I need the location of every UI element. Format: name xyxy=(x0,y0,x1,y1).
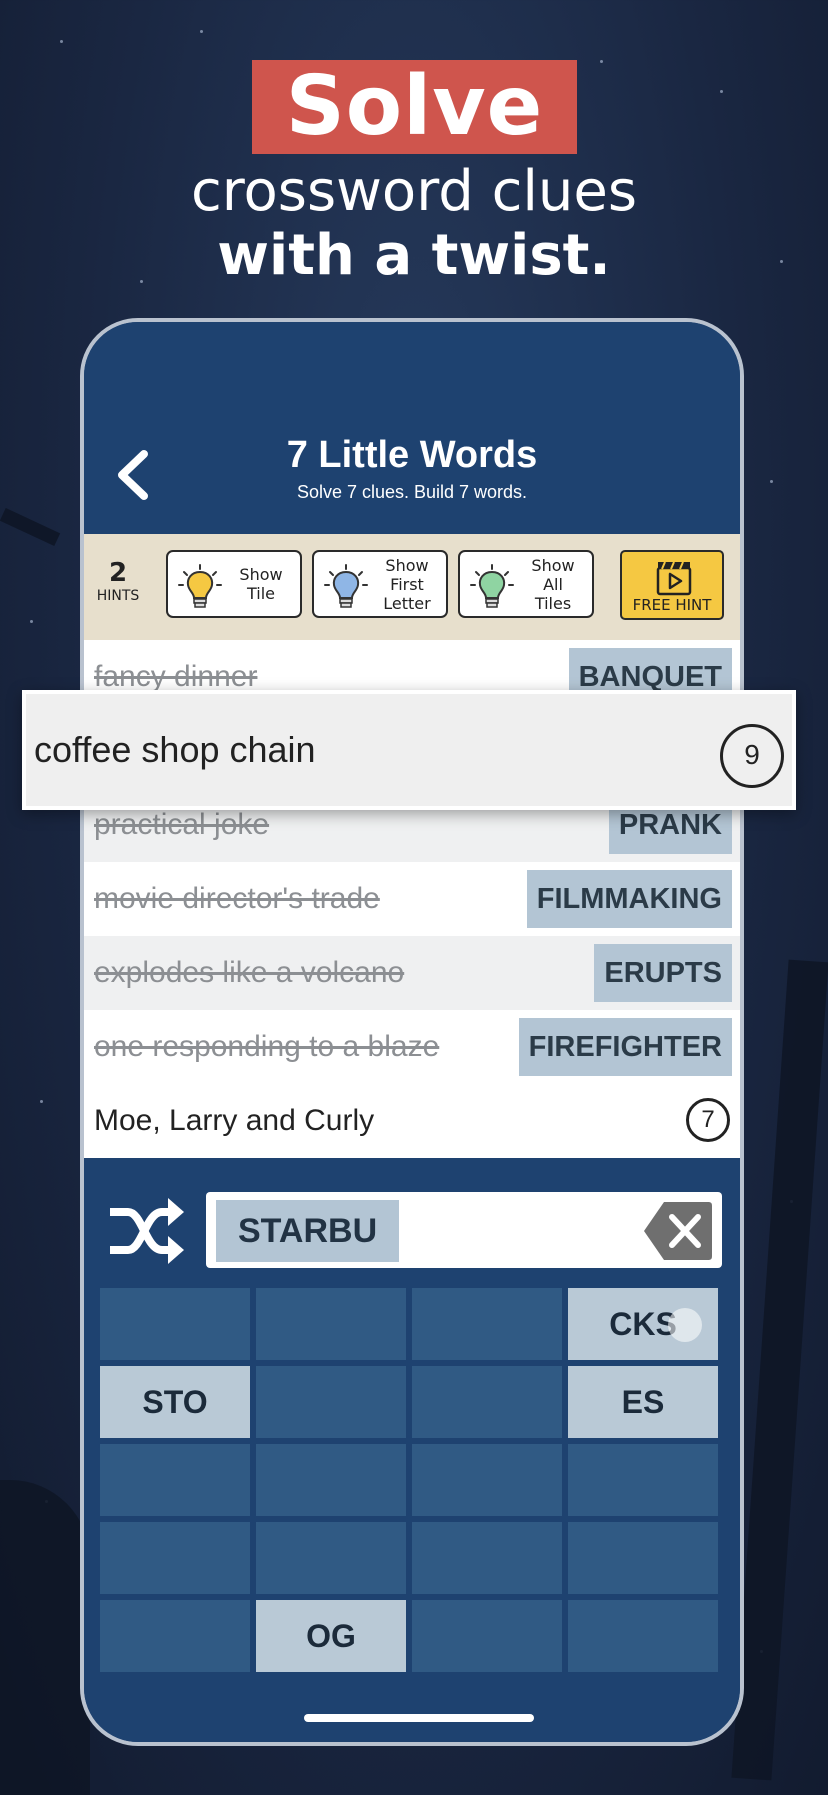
letter-tile-empty xyxy=(256,1522,406,1594)
letter-tile-empty xyxy=(100,1288,250,1360)
palm-leaf-left xyxy=(0,507,61,547)
video-play-icon xyxy=(656,561,692,596)
lightbulb-yellow-icon xyxy=(178,564,222,608)
promo-headline-line3: with a twist. xyxy=(217,223,611,288)
promo-headline-solve: Solve xyxy=(252,60,577,154)
show-all-tiles-label: Show All Tiles xyxy=(531,555,575,613)
hill-left xyxy=(0,1480,90,1795)
shuffle-icon xyxy=(110,1198,184,1264)
letter-tile-empty xyxy=(412,1444,562,1516)
letter-tile[interactable]: ES xyxy=(568,1366,718,1438)
home-indicator xyxy=(304,1714,534,1722)
hint-count-value: 2 xyxy=(108,558,128,588)
letter-tile-empty xyxy=(412,1366,562,1438)
letter-tile-empty xyxy=(100,1600,250,1672)
letter-tray: STARBU CKS STO ES OG xyxy=(84,1170,740,1742)
clue-row[interactable]: one responding to a blaze FIREFIGHTER xyxy=(84,1010,740,1084)
show-tile-label: Show Tile xyxy=(239,565,283,603)
clue-row[interactable]: movie director's trade FILMMAKING xyxy=(84,862,740,936)
free-hint-button[interactable]: FREE HINT xyxy=(620,550,724,620)
word-length-badge: 7 xyxy=(686,1098,730,1142)
letter-tile-empty xyxy=(568,1444,718,1516)
letter-tile[interactable]: STO xyxy=(100,1366,250,1438)
answer-entry-field[interactable]: STARBU xyxy=(206,1192,722,1268)
letter-tile-empty xyxy=(568,1522,718,1594)
solved-answer: ERUPTS xyxy=(594,944,732,1002)
free-hint-label: FREE HINT xyxy=(632,596,712,614)
clue-row[interactable]: explodes like a volcano ERUPTS xyxy=(84,936,740,1010)
clue-text: explodes like a volcano xyxy=(94,956,405,989)
letter-tile-empty xyxy=(100,1522,250,1594)
clue-text: Moe, Larry and Curly xyxy=(94,1104,375,1137)
letter-tile-empty xyxy=(568,1600,718,1672)
show-first-letter-label: Show First Letter xyxy=(383,555,431,613)
letter-tile-empty xyxy=(412,1288,562,1360)
active-clue-text: coffee shop chain xyxy=(34,729,316,770)
page-title: 7 Little Words xyxy=(286,434,538,476)
lightbulb-green-icon xyxy=(470,564,514,608)
clue-text: movie director's trade xyxy=(94,882,380,915)
shuffle-button[interactable] xyxy=(106,1196,186,1266)
palm-trunk-right xyxy=(731,959,828,1781)
letter-tile[interactable]: OG xyxy=(256,1600,406,1672)
active-word-length-badge: 9 xyxy=(720,724,784,788)
clue-text: one responding to a blaze xyxy=(94,1030,440,1063)
letter-tile-empty xyxy=(412,1600,562,1672)
letter-tile-empty xyxy=(256,1366,406,1438)
letter-tile-empty xyxy=(412,1522,562,1594)
hint-bar: 2 HINTS Show Tile Show First Letter Show… xyxy=(84,534,740,640)
solved-answer: FIREFIGHTER xyxy=(518,1018,732,1076)
hint-count-label: HINTS xyxy=(96,588,140,604)
letter-tile-empty xyxy=(100,1444,250,1516)
clue-row[interactable]: Moe, Larry and Curly 7 xyxy=(84,1084,740,1158)
lightbulb-blue-icon xyxy=(324,564,368,608)
show-first-letter-button[interactable]: Show First Letter xyxy=(312,550,448,618)
letter-tile-empty xyxy=(256,1288,406,1360)
touch-indicator xyxy=(668,1308,702,1342)
nav-bar: 7 Little Words Solve 7 clues. Build 7 wo… xyxy=(84,322,740,534)
active-clue-callout[interactable]: coffee shop chain 9 xyxy=(22,690,796,810)
show-tile-button[interactable]: Show Tile xyxy=(166,550,302,618)
hint-counter: 2 HINTS xyxy=(94,558,142,604)
phone-frame: 7 Little Words Solve 7 clues. Build 7 wo… xyxy=(80,318,744,1746)
letter-tile-empty xyxy=(256,1444,406,1516)
page-subtitle: Solve 7 clues. Build 7 words. xyxy=(296,482,528,502)
backspace-icon xyxy=(644,1202,712,1260)
promo-headline-line2: crossword clues xyxy=(190,159,638,224)
solved-answer: FILMMAKING xyxy=(526,870,732,928)
tile-grid: CKS STO ES OG xyxy=(100,1288,720,1678)
backspace-button[interactable] xyxy=(642,1200,714,1262)
entered-letters: STARBU xyxy=(216,1200,400,1262)
show-all-tiles-button[interactable]: Show All Tiles xyxy=(458,550,594,618)
